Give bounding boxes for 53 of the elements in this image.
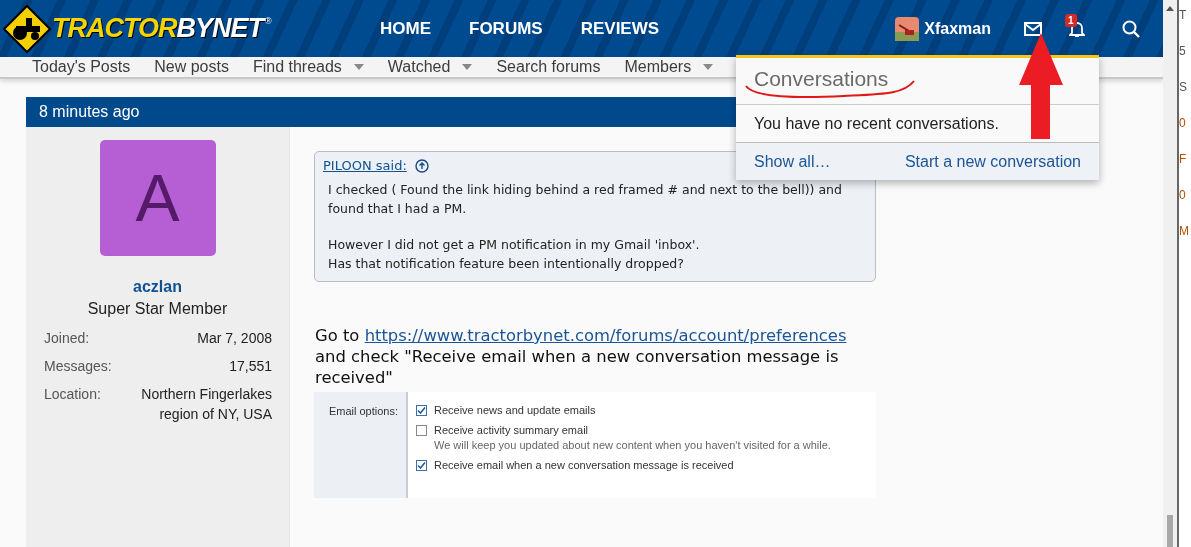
nav-link[interactable]: REVIEWS xyxy=(580,18,660,39)
window-text: 0 xyxy=(1179,116,1187,130)
subnav-link[interactable]: New posts xyxy=(154,58,229,76)
option-text: Receive news and update emails xyxy=(434,404,596,416)
subnav-link[interactable]: Members xyxy=(624,58,714,76)
notification-badge: 1 xyxy=(1065,14,1077,27)
stat-label: Location: xyxy=(44,385,101,404)
option-hint: We will keep you updated about new content when you haven't visited for a while. xyxy=(434,439,831,451)
scroll-up-icon[interactable] xyxy=(1166,6,1174,11)
mail-icon xyxy=(1024,21,1042,36)
preferences-link[interactable]: https://www.tractorbynet.com/forums/account/preferences xyxy=(364,326,847,345)
window-text: T xyxy=(1179,8,1188,22)
window-text: 5 xyxy=(1179,44,1187,58)
username-link[interactable]: aczlan xyxy=(133,278,182,296)
scrollbar[interactable] xyxy=(1163,0,1177,547)
arrow-up-circle-icon[interactable] xyxy=(414,158,429,173)
stat-label: Joined: xyxy=(44,329,90,348)
nav-link[interactable]: FORUMS xyxy=(469,18,543,39)
checkbox[interactable] xyxy=(416,405,427,416)
subnav-link[interactable]: Watched xyxy=(387,58,473,76)
search-icon xyxy=(1122,19,1140,38)
subnav-link[interactable]: Find threads xyxy=(252,58,364,76)
popup-link[interactable]: Start a new conversation xyxy=(904,153,1081,180)
post-text: Go to https://www.tractorbynet.com/forums/account/preferences and check "Receive email when a new conversation message is received" xyxy=(315,325,848,388)
user-title: Super Star Member xyxy=(87,300,228,318)
subnav-link[interactable]: Today's Posts xyxy=(32,58,131,76)
popup-title: Conversations xyxy=(754,67,889,90)
stat-value: 17,551 xyxy=(229,357,272,376)
option-label: Email options: xyxy=(328,405,398,417)
registered-mark: ® xyxy=(265,15,272,26)
nav-link[interactable]: HOME xyxy=(380,18,431,39)
quote-author-link[interactable]: PILOON said: xyxy=(323,158,407,173)
subnav-link[interactable]: Search forums xyxy=(496,58,601,76)
checkbox[interactable] xyxy=(416,425,427,436)
option-text: Receive email when a new conversation message is received xyxy=(434,459,734,471)
window-text: 0 xyxy=(1179,188,1187,202)
window-text: F xyxy=(1179,152,1188,166)
window-text: S xyxy=(1179,80,1188,94)
user-link[interactable]: Xfaxman xyxy=(895,16,991,41)
stat-value: Northern Fingerlakes region of NY, USA xyxy=(140,385,272,424)
quote-text: However I did not get a PM notification in my Gmail 'inbox'. Has that notification feature been intentionally dropped? xyxy=(328,236,701,273)
stat-label: Messages: xyxy=(44,357,112,376)
alerts-button[interactable]: 1 xyxy=(1057,0,1097,57)
logo-text[interactable]: TRACTOR xyxy=(52,13,177,44)
window-text: M xyxy=(1179,224,1190,238)
checkbox[interactable] xyxy=(416,460,427,471)
stat-value: Mar 7, 2008 xyxy=(197,329,272,348)
quote-text: I checked ( Found the link hiding behind a red framed # and next to the bell)) and found that I had a PM. xyxy=(328,181,843,218)
scroll-thumb[interactable] xyxy=(1167,515,1173,547)
avatar: A xyxy=(99,140,216,256)
tractor-sign-icon xyxy=(2,3,52,54)
popup-link[interactable]: Show all… xyxy=(754,153,831,180)
option-text: Receive activity summary email xyxy=(434,424,590,436)
